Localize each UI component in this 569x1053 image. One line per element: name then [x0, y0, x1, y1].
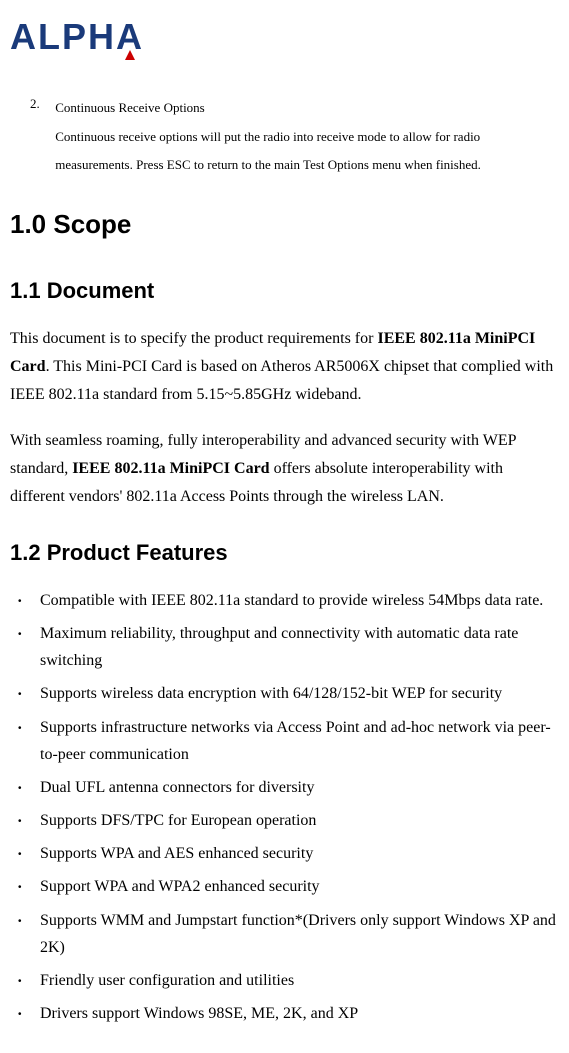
list-item: Support WPA and WPA2 enhanced security: [40, 873, 559, 900]
para1-pre: This document is to specify the product …: [10, 330, 377, 347]
list-item: Supports infrastructure networks via Acc…: [40, 714, 559, 768]
list-item: Dual UFL antenna connectors for diversit…: [40, 774, 559, 801]
list-item: Compatible with IEEE 802.11a standard to…: [40, 587, 559, 614]
heading-scope: 1.0 Scope: [10, 205, 559, 244]
list-item: Maximum reliability, throughput and conn…: [40, 620, 559, 674]
para1-post: . This Mini-PCI Card is based on Atheros…: [10, 358, 553, 403]
list-content: Continuous Receive Options Continuous re…: [55, 94, 555, 180]
brand-logo: ALPHA: [10, 10, 559, 64]
features-list: Compatible with IEEE 802.11a standard to…: [10, 587, 559, 1028]
list-item: Supports WMM and Jumpstart function*(Dri…: [40, 907, 559, 961]
para2-bold: IEEE 802.11a MiniPCI Card: [72, 460, 269, 477]
list-item-body: Continuous receive options will put the …: [55, 129, 481, 173]
heading-features: 1.2 Product Features: [10, 536, 559, 569]
list-item: Supports WPA and AES enhanced security: [40, 840, 559, 867]
heading-document: 1.1 Document: [10, 274, 559, 307]
document-paragraph-2: With seamless roaming, fully interoperab…: [10, 427, 559, 511]
list-item-title: Continuous Receive Options: [55, 94, 555, 123]
list-item: Drivers support Windows 98SE, ME, 2K, an…: [40, 1000, 559, 1027]
list-item: Supports DFS/TPC for European operation: [40, 807, 559, 834]
list-item: Supports wireless data encryption with 6…: [40, 680, 559, 707]
document-paragraph-1: This document is to specify the product …: [10, 325, 559, 409]
list-item: Friendly user configuration and utilitie…: [40, 967, 559, 994]
list-number: 2.: [30, 94, 52, 114]
numbered-section: 2. Continuous Receive Options Continuous…: [10, 94, 559, 180]
